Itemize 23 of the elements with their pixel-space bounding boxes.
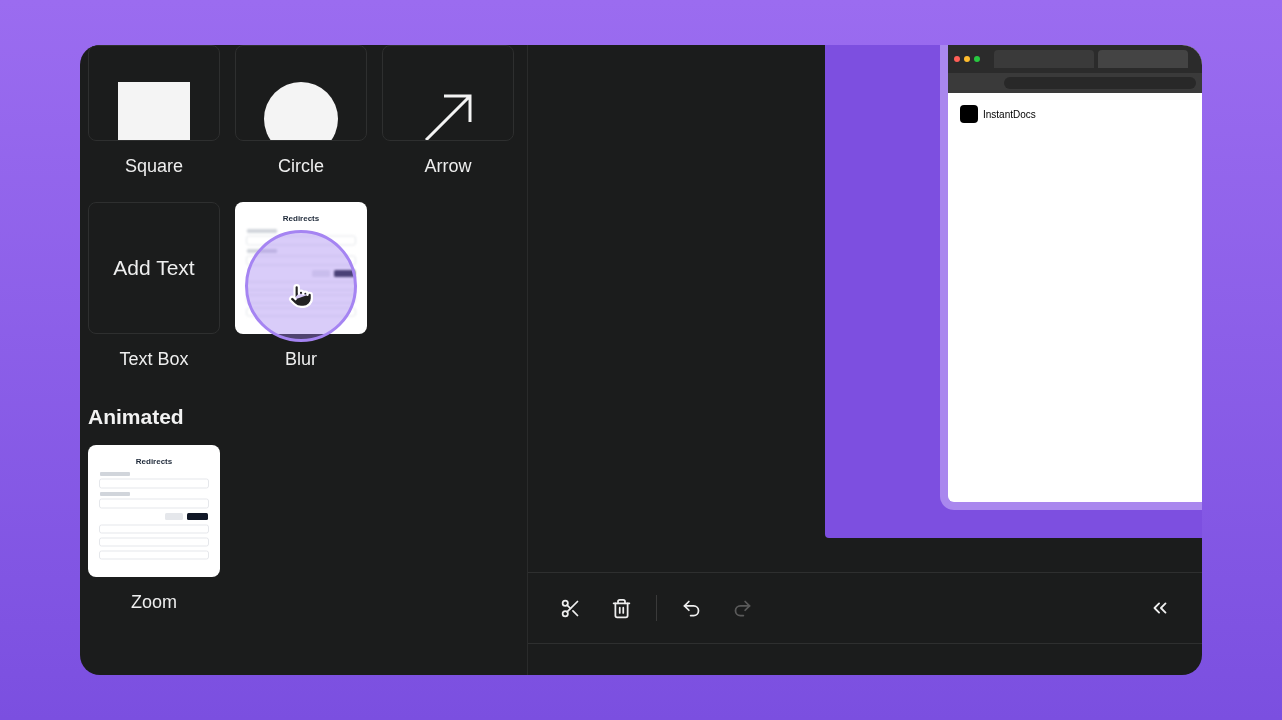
hand-cursor-icon: [288, 283, 314, 309]
tile-label: Circle: [278, 155, 324, 178]
tile-label: Blur: [285, 348, 317, 371]
dialog-title: Redirects: [281, 213, 321, 225]
tile-label: Zoom: [131, 590, 177, 614]
site-title: InstantDocs: [983, 107, 1036, 122]
tile-label: Text Box: [119, 348, 189, 371]
effect-tile[interactable]: Redirects: [88, 444, 220, 577]
scissors-icon: [559, 597, 581, 619]
square-icon: [118, 82, 190, 140]
arrow-icon: [424, 94, 472, 140]
tile-label: Square: [124, 155, 183, 178]
effect-tile[interactable]: [235, 45, 367, 141]
tile-preview-text: Add Text: [113, 255, 195, 282]
effect-tile[interactable]: [88, 45, 220, 141]
effect-tile[interactable]: Redirects: [235, 202, 367, 334]
tile-label: Arrow: [424, 155, 472, 178]
effect-tile[interactable]: Add Text: [88, 202, 220, 334]
dialog-title: Redirects: [134, 455, 174, 468]
logo-icon: [960, 105, 978, 123]
effect-tile[interactable]: [382, 45, 514, 141]
section-heading: Animated: [88, 404, 185, 430]
trash-icon: [610, 597, 632, 619]
